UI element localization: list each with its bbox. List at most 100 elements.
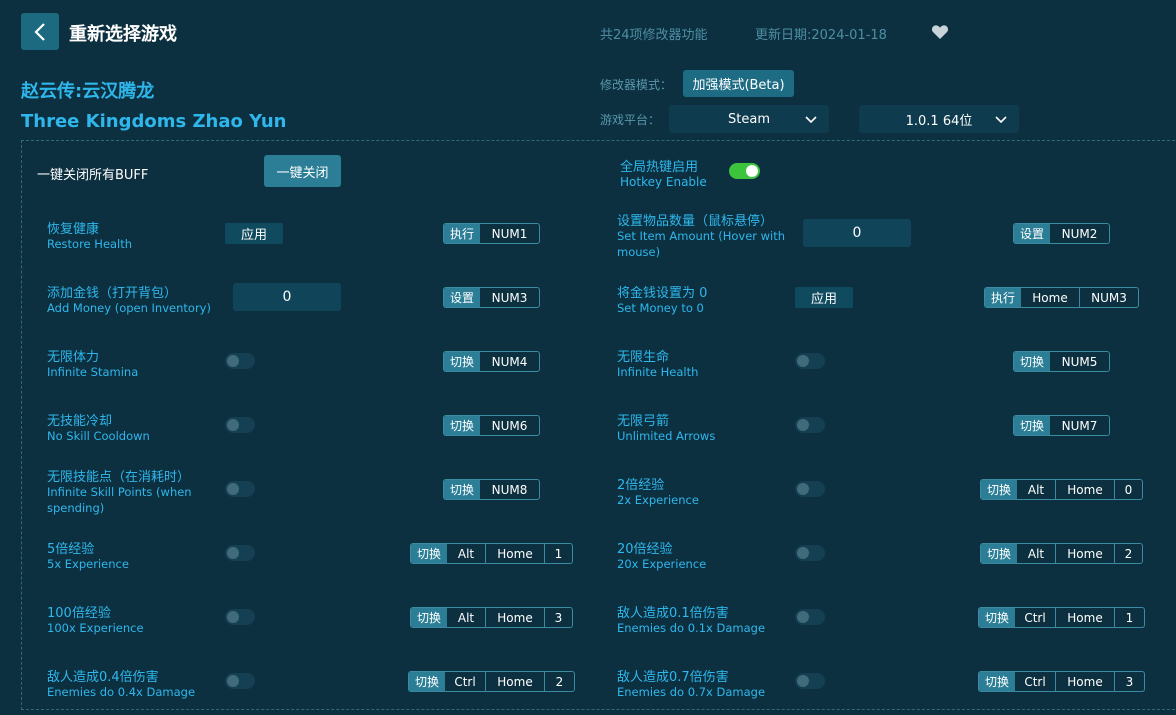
hotkey-key: 1 (1114, 608, 1144, 627)
infinite-health-toggle[interactable] (795, 353, 825, 369)
hotkey-key: Alt (457, 546, 475, 561)
enemy-dmg-04-toggle[interactable] (225, 673, 255, 689)
cheat-label-cn: 100倍经验 (47, 606, 111, 621)
hotkey-enable-toggle[interactable] (729, 163, 760, 179)
cheat-label-cn: 无限体力 (47, 350, 100, 365)
cheat-label-en: Infinite Skill Points (when spending) (47, 485, 192, 515)
hotkey-action: 切换 (409, 672, 445, 691)
hotkey-action: 切换 (411, 608, 447, 627)
set-money-zero-apply-button[interactable]: 应用 (795, 287, 853, 308)
set-item-amount-input[interactable] (803, 219, 911, 247)
infinite-stamina-toggle[interactable] (225, 353, 255, 369)
cheat-label-cn: 敌人造成0.7倍伤害 (617, 670, 729, 685)
hotkey-key: NUM4 (491, 354, 528, 369)
toggle-knob (797, 611, 809, 623)
toggle-knob (746, 165, 758, 177)
exp-100x-toggle[interactable] (225, 609, 255, 625)
enemy-dmg-01-hotkey[interactable]: 切换 Ctrl Home 1 (978, 607, 1145, 628)
version-select[interactable]: 1.0.1 64位 (859, 105, 1019, 133)
toggle-knob (227, 419, 239, 431)
hotkey-key: 0 (1114, 480, 1142, 499)
cheat-label-cn: 敌人造成0.4倍伤害 (47, 670, 159, 685)
toggle-knob (227, 547, 239, 559)
no-skill-cooldown-hotkey[interactable]: 切换 NUM6 (443, 415, 540, 436)
version-value: 1.0.1 64位 (905, 113, 973, 129)
cheat-label-en: Add Money (open Inventory) (47, 301, 211, 315)
cheat-label-en: 20x Experience (617, 557, 707, 571)
game-name-cn: 赵云传:云汉腾龙 (21, 81, 155, 102)
game-name-en: Three Kingdoms Zhao Yun (21, 111, 287, 132)
hotkey-key: Alt (457, 610, 475, 625)
infinite-stamina-hotkey[interactable]: 切换 NUM4 (443, 351, 540, 372)
toggle-knob (227, 483, 239, 495)
cheat-label-en: Set Money to 0 (617, 301, 704, 315)
hotkey-key: Home (1055, 480, 1114, 499)
hotkey-action: 切换 (979, 672, 1015, 691)
hotkey-action: 切换 (1014, 352, 1050, 371)
exp-100x-hotkey[interactable]: 切换 Alt Home 3 (410, 607, 573, 628)
hotkey-key: 2 (544, 672, 574, 691)
close-all-button[interactable]: 一键关闭 (264, 155, 341, 187)
hotkey-key: NUM8 (491, 482, 528, 497)
hotkey-key: Home (1055, 672, 1114, 691)
hotkey-key: Home (485, 608, 544, 627)
cheat-label-cn: 5倍经验 (47, 542, 95, 557)
enemy-dmg-04-hotkey[interactable]: 切换 Ctrl Home 2 (408, 671, 575, 692)
heart-icon[interactable] (931, 24, 949, 40)
infinite-skill-points-toggle[interactable] (225, 481, 255, 497)
exp-5x-hotkey[interactable]: 切换 Alt Home 1 (410, 543, 573, 564)
exp-20x-toggle[interactable] (795, 545, 825, 561)
hotkey-key: 3 (544, 608, 572, 627)
mode-button[interactable]: 加强模式(Beta) (683, 70, 794, 97)
exp-2x-hotkey[interactable]: 切换 Alt Home 0 (980, 479, 1143, 500)
set-item-amount-hotkey[interactable]: 设置 NUM2 (1013, 223, 1110, 244)
enemy-dmg-07-toggle[interactable] (795, 673, 825, 689)
infinite-health-hotkey[interactable]: 切换 NUM5 (1013, 351, 1110, 372)
add-money-input[interactable] (233, 283, 341, 311)
hotkey-action: 切换 (444, 480, 480, 499)
cheat-label-en: Enemies do 0.7x Damage (617, 685, 766, 699)
cheat-label-en: No Skill Cooldown (47, 429, 150, 443)
enemy-dmg-01-toggle[interactable] (795, 609, 825, 625)
enemy-dmg-07-hotkey[interactable]: 切换 Ctrl Home 3 (978, 671, 1145, 692)
add-money-hotkey[interactable]: 设置 NUM3 (443, 287, 540, 308)
hotkey-key: Home (1055, 608, 1114, 627)
hotkey-key: NUM1 (491, 226, 528, 241)
hotkey-action: 切换 (979, 608, 1015, 627)
hotkey-enable-label-cn: 全局热键启用 (620, 160, 699, 175)
hotkey-key: NUM7 (1061, 418, 1098, 433)
hotkey-action: 切换 (444, 352, 480, 371)
mode-label: 修改器模式： (600, 78, 673, 92)
infinite-skill-points-hotkey[interactable]: 切换 NUM8 (443, 479, 540, 500)
toggle-knob (227, 675, 239, 687)
toggle-knob (797, 355, 809, 367)
restore-health-hotkey[interactable]: 执行 NUM1 (443, 223, 540, 244)
toggle-knob (797, 483, 809, 495)
unlimited-arrows-hotkey[interactable]: 切换 NUM7 (1013, 415, 1110, 436)
hotkey-action: 执行 (444, 224, 480, 243)
hotkey-key: 1 (544, 544, 572, 563)
no-skill-cooldown-toggle[interactable] (225, 417, 255, 433)
hotkey-action: 执行 (985, 288, 1021, 307)
cheat-label-en: Set Item Amount (Hover with mouse) (617, 229, 786, 259)
cheat-label-cn: 设置物品数量（鼠标悬停） (617, 214, 774, 229)
exp-2x-toggle[interactable] (795, 481, 825, 497)
exp-20x-hotkey[interactable]: 切换 Alt Home 2 (980, 543, 1143, 564)
update-date: 更新日期:2024-01-18 (755, 28, 887, 43)
exp-5x-toggle[interactable] (225, 545, 255, 561)
restore-health-apply-button[interactable]: 应用 (225, 223, 283, 244)
hotkey-key: Home (1032, 290, 1068, 305)
cheat-label-en: 100x Experience (47, 621, 144, 635)
platform-select[interactable]: Steam (669, 105, 829, 133)
unlimited-arrows-toggle[interactable] (795, 417, 825, 433)
cheat-label-cn: 无技能冷却 (47, 414, 113, 429)
hotkey-key: NUM6 (491, 418, 528, 433)
cheat-label-cn: 20倍经验 (617, 542, 673, 557)
set-money-zero-hotkey[interactable]: 执行 Home NUM3 (984, 287, 1139, 308)
hotkey-key: NUM2 (1061, 226, 1098, 241)
toggle-knob (797, 675, 809, 687)
hotkey-key: NUM5 (1061, 354, 1098, 369)
cheat-label-en: 2x Experience (617, 493, 699, 507)
toggle-knob (227, 355, 239, 367)
back-button[interactable] (21, 13, 59, 50)
